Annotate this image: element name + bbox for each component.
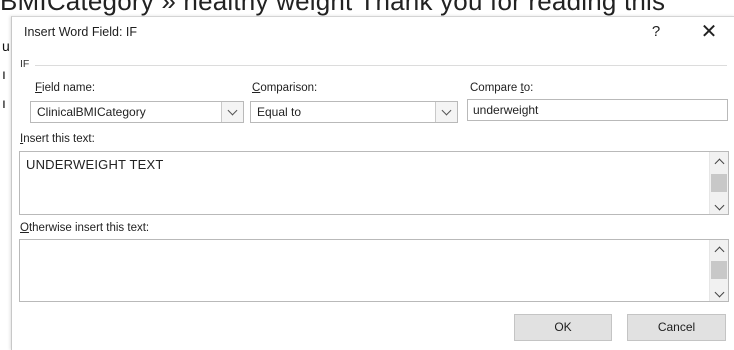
scroll-thumb[interactable] [711, 261, 727, 279]
insert-word-field-dialog: Insert Word Field: IF ? ✕ IF Field name:… [11, 16, 734, 350]
scroll-up-arrow-icon[interactable] [710, 152, 728, 170]
otherwise-text-label: Otherwise insert this text: [20, 222, 150, 234]
insert-text-area[interactable]: UNDERWEIGHT TEXT [19, 151, 729, 215]
document-edge-glyph: ı [2, 66, 6, 82]
compare-to-input[interactable]: underweight [467, 99, 728, 121]
comparison-dropdown[interactable]: Equal to [250, 101, 458, 123]
insert-text-label: Insert this text: [20, 133, 95, 145]
insert-text-value: UNDERWEIGHT TEXT [26, 157, 164, 172]
close-button[interactable]: ✕ [695, 20, 723, 44]
compare-to-value: underweight [473, 103, 539, 117]
scroll-thumb[interactable] [711, 174, 727, 192]
otherwise-text-scrollbar[interactable] [709, 240, 728, 301]
compare-to-label: Compare to: [470, 82, 534, 94]
cancel-button[interactable]: Cancel [627, 314, 726, 341]
comparison-value: Equal to [257, 105, 302, 119]
dialog-titlebar: Insert Word Field: IF ? ✕ [12, 17, 734, 47]
chevron-down-icon[interactable] [435, 102, 457, 122]
group-label-if: IF [20, 58, 30, 70]
insert-text-scrollbar[interactable] [709, 152, 728, 214]
help-button[interactable]: ? [642, 20, 670, 44]
ok-button[interactable]: OK [514, 314, 612, 341]
field-name-value: ClinicalBMICategory [37, 105, 146, 119]
dialog-title: Insert Word Field: IF [24, 25, 137, 39]
scroll-down-arrow-icon[interactable] [710, 196, 728, 214]
scroll-down-arrow-icon[interactable] [710, 283, 728, 301]
scroll-up-arrow-icon[interactable] [710, 240, 728, 258]
otherwise-text-area[interactable] [19, 239, 729, 302]
document-edge-glyph: ı [2, 95, 6, 111]
chevron-down-icon[interactable] [221, 102, 243, 122]
document-edge-glyph: u [2, 38, 10, 54]
document-text-line: BMICategory » healthy weight Thank you f… [0, 0, 666, 16]
comparison-label: Comparison: [252, 82, 318, 94]
field-name-dropdown[interactable]: ClinicalBMICategory [30, 101, 244, 123]
field-name-label: Field name: [35, 82, 96, 94]
group-divider [35, 65, 727, 66]
